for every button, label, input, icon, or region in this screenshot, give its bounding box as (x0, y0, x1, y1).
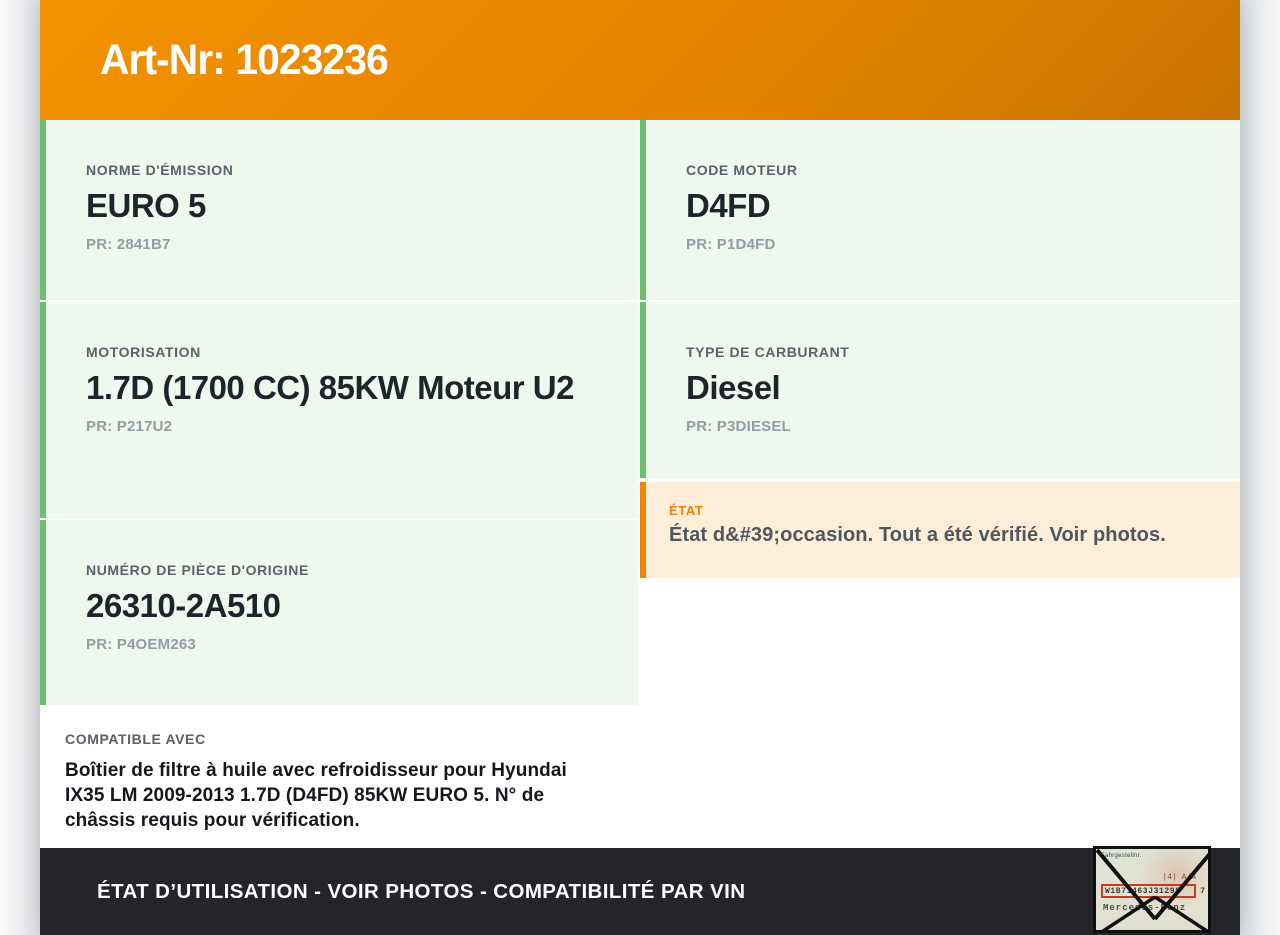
condition-text: État d&#39;occasion. Tout a été vérifié.… (669, 524, 1166, 546)
card-value: EURO 5 (86, 187, 206, 224)
card-label: NORME D'ÉMISSION (86, 162, 234, 178)
left-column: NORME D'ÉMISSION EURO 5 PR: 2841B7 MOTOR… (40, 120, 638, 850)
registration-document-envelope-stamp: Fahrgestellnr. |4| A/A W1B71463J31298 7 … (1093, 846, 1211, 933)
card-oem-number: NUMÉRO DE PIÈCE D'ORIGINE 26310-2A510 PR… (40, 520, 638, 705)
card-value: D4FD (686, 187, 771, 224)
card-fuel-type: TYPE DE CARBURANT Diesel PR: P3DIESEL (640, 302, 1240, 478)
footer-text: ÉTAT D’UTILISATION - VOIR PHOTOS - COMPA… (97, 879, 746, 903)
content-area: Art-Nr: 1023236 NORME D'ÉMISSION EURO 5 … (40, 0, 1240, 935)
page-header: Art-Nr: 1023236 (40, 0, 1240, 120)
article-number-title: Art-Nr: 1023236 (100, 35, 389, 84)
right-column: CODE MOTEUR D4FD PR: P1D4FD TYPE DE CARB… (640, 120, 1240, 850)
footer-banner: ÉTAT D’UTILISATION - VOIR PHOTOS - COMPA… (40, 848, 1240, 935)
card-engine-code: CODE MOTEUR D4FD PR: P1D4FD (640, 120, 1240, 300)
card-value: Diesel (686, 369, 781, 406)
card-pr-code: PR: P1D4FD (686, 236, 776, 253)
card-value: 1.7D (1700 CC) 85KW Moteur U2 (86, 369, 574, 406)
card-pr-code: PR: 2841B7 (86, 236, 171, 253)
card-pr-code: PR: P4OEM263 (86, 636, 196, 653)
card-label: TYPE DE CARBURANT (686, 344, 850, 360)
card-label: MOTORISATION (86, 344, 201, 360)
condition-label: ÉTAT (669, 503, 704, 518)
card-pr-code: PR: P217U2 (86, 418, 173, 435)
compatibility-text: Boîtier de filtre à huile avec refroidis… (65, 760, 567, 831)
compatibility-section: COMPATIBLE AVEC Boîtier de filtre à huil… (40, 707, 638, 850)
card-value: 26310-2A510 (86, 587, 281, 624)
card-pr-code: PR: P3DIESEL (686, 418, 791, 435)
card-label: NUMÉRO DE PIÈCE D'ORIGINE (86, 562, 309, 578)
compatibility-label: COMPATIBLE AVEC (65, 731, 206, 747)
envelope-outline-icon (1096, 849, 1208, 930)
page: Art-Nr: 1023236 NORME D'ÉMISSION EURO 5 … (0, 0, 1280, 935)
condition-card: ÉTAT État d&#39;occasion. Tout a été vér… (640, 482, 1240, 578)
card-label: CODE MOTEUR (686, 162, 798, 178)
spec-columns: NORME D'ÉMISSION EURO 5 PR: 2841B7 MOTOR… (40, 120, 1240, 850)
card-engine-spec: MOTORISATION 1.7D (1700 CC) 85KW Moteur … (40, 302, 638, 518)
card-emission-standard: NORME D'ÉMISSION EURO 5 PR: 2841B7 (40, 120, 638, 300)
